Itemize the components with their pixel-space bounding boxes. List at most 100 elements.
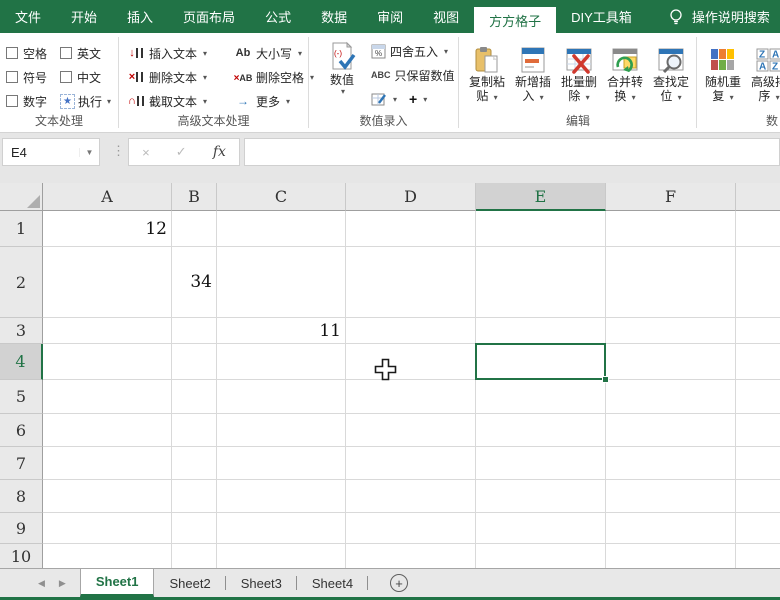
name-box[interactable]: E4 ▼ — [2, 138, 100, 166]
cell-F5[interactable] — [606, 380, 736, 414]
case-button[interactable]: Ab大小写▾ — [234, 41, 314, 65]
random-repeat-button[interactable]: 随机重复 ▾ — [700, 39, 746, 105]
cell-x5[interactable] — [736, 380, 780, 414]
cell-A2[interactable] — [43, 247, 172, 318]
formula-input[interactable] — [244, 138, 780, 166]
cell-E10[interactable] — [476, 544, 606, 568]
cell-C2[interactable] — [217, 247, 346, 318]
cell-E7[interactable] — [476, 447, 606, 480]
cell-E6[interactable] — [476, 414, 606, 447]
numeric-value-button[interactable]: (-) 数值 ▾ — [319, 37, 365, 96]
row-header-1[interactable]: 1 — [0, 211, 43, 247]
menu-tab-6[interactable]: 审阅 — [362, 0, 418, 33]
cell-E3[interactable] — [476, 318, 606, 344]
cell-E8[interactable] — [476, 480, 606, 513]
merge-convert-button[interactable]: 合并转换 ▾ — [602, 39, 648, 105]
chevron-down-icon[interactable]: ▼ — [79, 148, 99, 157]
cell-C7[interactable] — [217, 447, 346, 480]
checkbox-item-0[interactable]: 空格 — [6, 41, 60, 65]
cancel-icon[interactable]: × — [142, 145, 150, 160]
cell-x7[interactable] — [736, 447, 780, 480]
cell-C9[interactable] — [217, 513, 346, 544]
cell-D1[interactable] — [346, 211, 476, 247]
cell-E2[interactable] — [476, 247, 606, 318]
cell-x9[interactable] — [736, 513, 780, 544]
insert-new-button[interactable]: 新增插入 ▾ — [510, 39, 556, 105]
prev-sheet-icon[interactable]: ◀ — [38, 578, 45, 589]
checkbox-icon[interactable] — [6, 95, 18, 107]
cell-C10[interactable] — [217, 544, 346, 568]
cell-D3[interactable] — [346, 318, 476, 344]
row-header-2[interactable]: 2 — [0, 247, 43, 318]
cell-B1[interactable] — [172, 211, 217, 247]
checkbox-icon[interactable] — [60, 71, 72, 83]
sheet-tab-sheet2[interactable]: Sheet2 — [154, 569, 225, 597]
cell-D7[interactable] — [346, 447, 476, 480]
cell-D4[interactable] — [346, 344, 476, 380]
cell-F8[interactable] — [606, 480, 736, 513]
insert-function-icon[interactable]: fx — [213, 144, 226, 160]
enter-icon[interactable]: ✓ — [176, 144, 187, 160]
menu-tab-1[interactable]: 开始 — [56, 0, 112, 33]
cell-B2[interactable]: 34 — [172, 247, 217, 318]
cell-x1[interactable] — [736, 211, 780, 247]
cell-A9[interactable] — [43, 513, 172, 544]
cell-D5[interactable] — [346, 380, 476, 414]
cell-x2[interactable] — [736, 247, 780, 318]
tell-me-search[interactable]: 操作说明搜索 — [669, 0, 770, 33]
copy-paste-button[interactable]: 复制粘贴 ▾ — [464, 39, 510, 105]
adv-sort-button[interactable]: ZAAZ高级排序 ▾ — [746, 39, 780, 105]
active-cell-selection[interactable] — [475, 343, 606, 380]
row-header-3[interactable]: 3 — [0, 318, 43, 344]
menu-tab-7[interactable]: 视图 — [418, 0, 474, 33]
cell-D8[interactable] — [346, 480, 476, 513]
row-header-9[interactable]: 9 — [0, 513, 43, 544]
checkbox-icon[interactable] — [60, 47, 72, 59]
cell-A8[interactable] — [43, 480, 172, 513]
table-edit-icon[interactable] — [371, 92, 387, 107]
col-header-partial[interactable] — [736, 183, 780, 211]
checkbox-item-3[interactable]: 中文 — [60, 65, 114, 89]
row-header-10[interactable]: 10 — [0, 544, 43, 568]
row-header-4[interactable]: 4 — [0, 344, 43, 380]
cell-x3[interactable] — [736, 318, 780, 344]
delete-text-button[interactable]: ×删除文本▾ — [127, 65, 207, 89]
keep-values-button[interactable]: ABC 只保留数值 — [371, 63, 455, 87]
menu-tab-5[interactable]: 数据 — [306, 0, 362, 33]
cell-D10[interactable] — [346, 544, 476, 568]
batch-delete-button[interactable]: 批量删除 ▾ — [556, 39, 602, 105]
cell-A7[interactable] — [43, 447, 172, 480]
execute-button[interactable]: ★ 执行 ▾ — [60, 89, 111, 113]
cell-B6[interactable] — [172, 414, 217, 447]
cell-x6[interactable] — [736, 414, 780, 447]
cell-F3[interactable] — [606, 318, 736, 344]
chevron-down-icon[interactable]: ▾ — [423, 95, 427, 104]
cell-B7[interactable] — [172, 447, 217, 480]
cell-F4[interactable] — [606, 344, 736, 380]
cell-F6[interactable] — [606, 414, 736, 447]
more-button[interactable]: →更多▾ — [234, 89, 314, 113]
cell-C1[interactable] — [217, 211, 346, 247]
round-button[interactable]: % 四舍五入 ▾ — [371, 39, 455, 63]
cell-B8[interactable] — [172, 480, 217, 513]
cell-A5[interactable] — [43, 380, 172, 414]
menu-tab-8[interactable]: 方方格子 — [474, 7, 556, 33]
cut-text-button[interactable]: ∩截取文本▾ — [127, 89, 207, 113]
find-locate-button[interactable]: 查找定位 ▾ — [648, 39, 694, 105]
cell-B3[interactable] — [172, 318, 217, 344]
menu-tab-9[interactable]: DIY工具箱 — [556, 0, 647, 33]
cell-C6[interactable] — [217, 414, 346, 447]
cell-x4[interactable] — [736, 344, 780, 380]
checkbox-item-1[interactable]: 英文 — [60, 41, 114, 65]
cell-E5[interactable] — [476, 380, 606, 414]
checkbox-item-4[interactable]: 数字 — [6, 89, 60, 113]
checkbox-icon[interactable] — [6, 47, 18, 59]
cell-A4[interactable] — [43, 344, 172, 380]
cell-D2[interactable] — [346, 247, 476, 318]
col-header-F[interactable]: F — [606, 183, 736, 211]
cell-D6[interactable] — [346, 414, 476, 447]
cell-A3[interactable] — [43, 318, 172, 344]
cell-F10[interactable] — [606, 544, 736, 568]
cell-x10[interactable] — [736, 544, 780, 568]
col-header-B[interactable]: B — [172, 183, 217, 211]
